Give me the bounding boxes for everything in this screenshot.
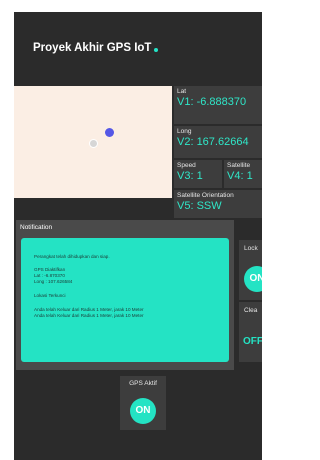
online-status-dot xyxy=(154,48,158,52)
long-widget: Long V2: 167.62664 xyxy=(174,126,262,158)
long-label: Long xyxy=(177,128,192,135)
notification-line: Perangkat telah dihidupkan dan siap. xyxy=(34,254,110,259)
gps-toggle[interactable]: ON xyxy=(130,398,156,424)
satellite-value: V4: 1 xyxy=(227,170,253,182)
long-value: V2: 167.62664 xyxy=(177,136,249,148)
orientation-value: V5: SSW xyxy=(177,200,222,212)
lock-widget: Lock ON xyxy=(239,240,262,300)
notification-line: Lokasi Terkunci xyxy=(34,293,66,298)
orientation-label: Satellite Orientation xyxy=(177,192,234,199)
notification-log[interactable]: Perangkat telah dihidupkan dan siap. GPS… xyxy=(21,238,229,362)
gps-widget: GPS Aktif ON xyxy=(120,376,166,430)
lock-label: Lock xyxy=(244,245,258,252)
notification-line: Anda telah Keluar dari Radius 1 Meter, j… xyxy=(34,307,144,312)
clear-widget: Clea OFF xyxy=(239,302,262,362)
orientation-widget: Satellite Orientation V5: SSW xyxy=(174,190,262,218)
notification-panel: Notification Perangkat telah dihidupkan … xyxy=(16,220,234,370)
satellite-label: Satellite xyxy=(227,162,251,169)
app-screen: Proyek Akhir GPS IoT Lat V1: -6.888370 L… xyxy=(14,12,262,460)
notification-line: Lat : -6.870370 xyxy=(34,273,65,278)
speed-widget: Speed V3: 1 xyxy=(174,160,222,188)
speed-value: V3: 1 xyxy=(177,170,203,182)
clear-label: Clea xyxy=(244,307,258,314)
satellite-widget: Satellite V4: 1 xyxy=(224,160,262,188)
speed-label: Speed xyxy=(177,162,196,169)
previous-location-marker[interactable] xyxy=(89,139,98,148)
lat-value: V1: -6.888370 xyxy=(177,96,247,108)
app-title: Proyek Akhir GPS IoT xyxy=(33,42,152,54)
lat-widget: Lat V1: -6.888370 xyxy=(174,86,262,124)
notification-title: Notification xyxy=(20,224,53,231)
lock-toggle[interactable]: ON xyxy=(244,266,262,292)
current-location-marker[interactable] xyxy=(105,128,114,137)
lat-label: Lat xyxy=(177,88,187,95)
notification-line: GPS Diaktifkan xyxy=(34,267,66,272)
gps-label: GPS Aktif xyxy=(129,380,157,387)
clear-toggle[interactable]: OFF xyxy=(243,336,262,347)
notification-line: Long : 107.626584 xyxy=(34,279,73,284)
notification-line: Anda telah Keluar dari Radius 1 Meter, j… xyxy=(34,313,144,318)
